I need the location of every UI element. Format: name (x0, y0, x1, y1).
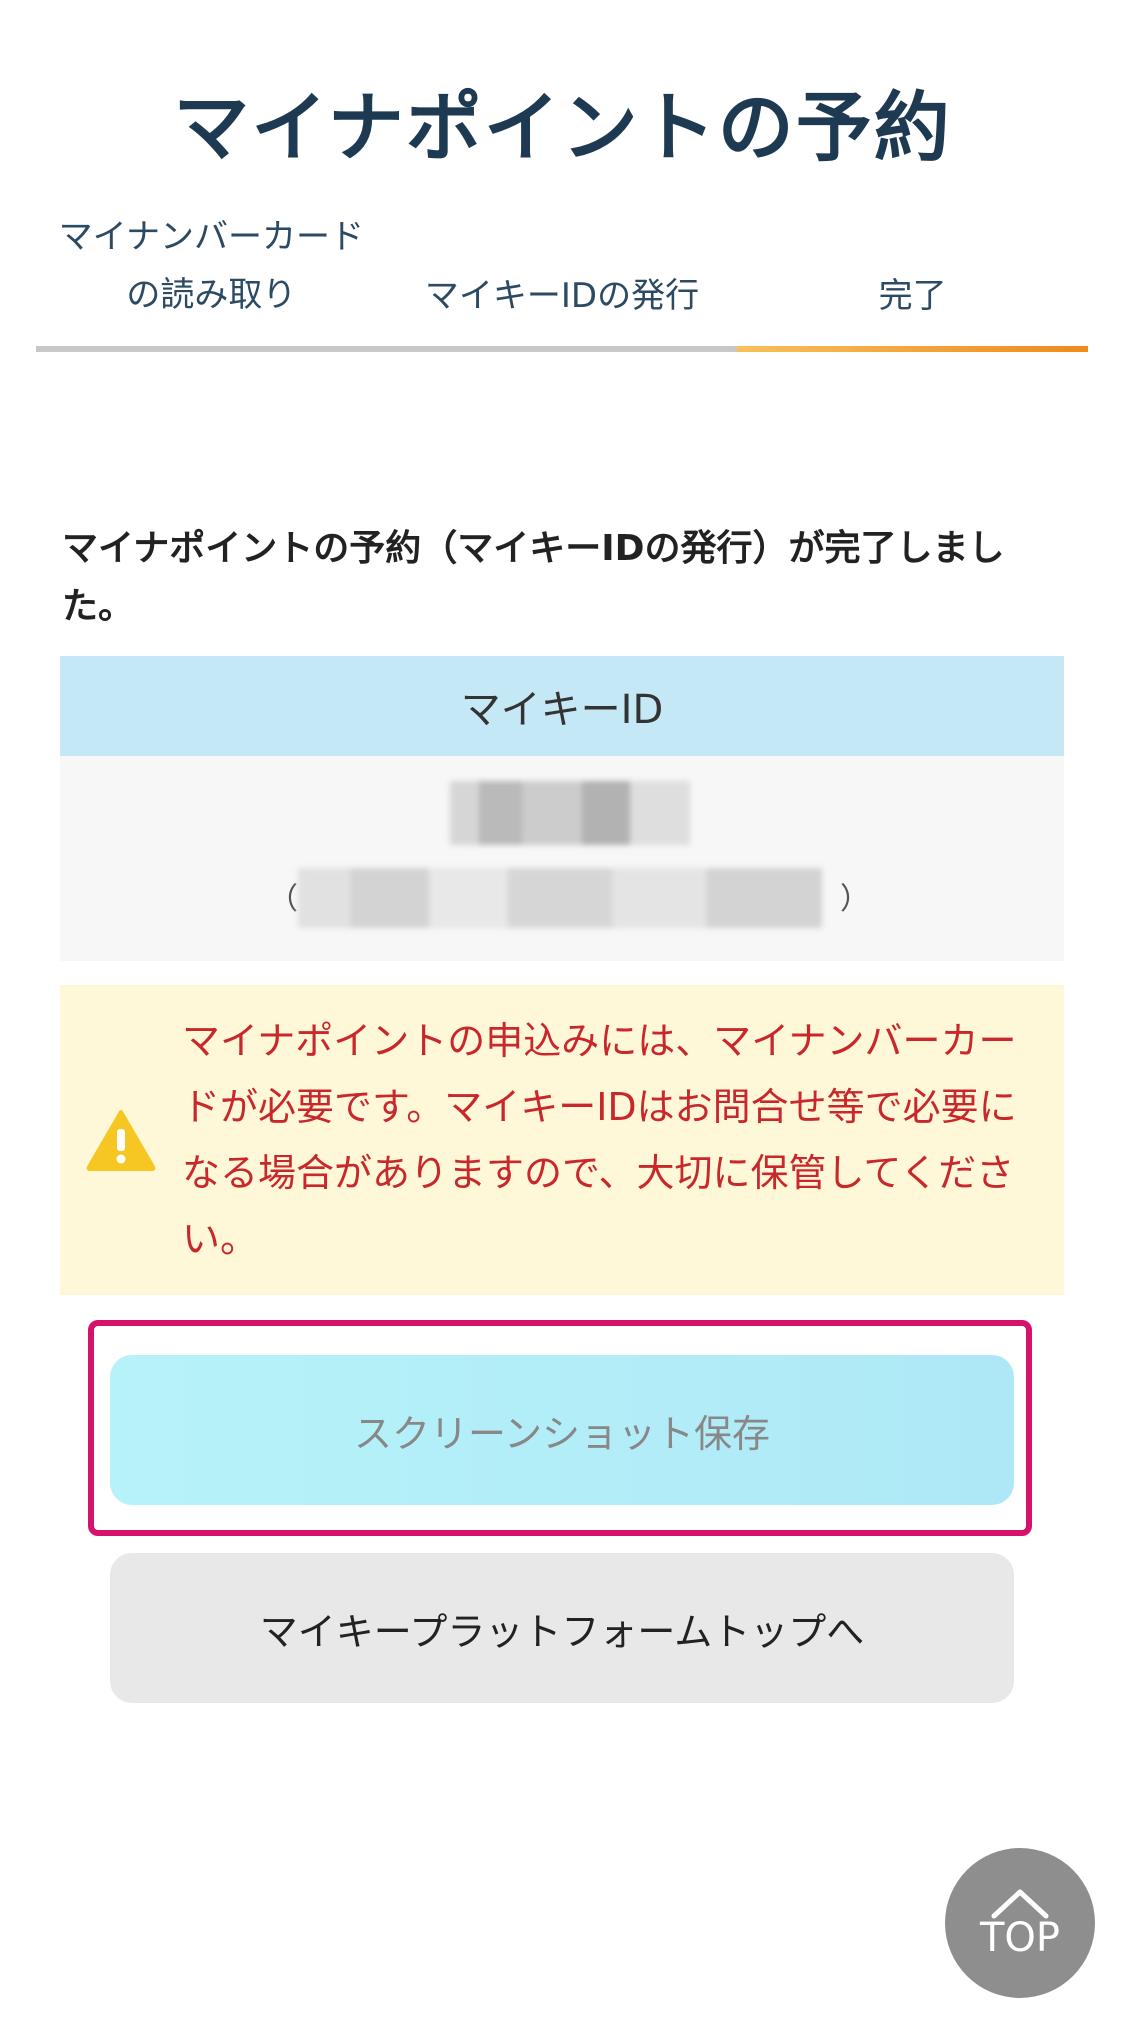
step-mykey-issue: マイキーIDの発行 (386, 212, 738, 352)
step-bar-active (737, 346, 1089, 352)
notice-box: マイナポイントの申込みには、マイナンバーカードが必要です。マイキーIDはお問合せ… (60, 985, 1064, 1295)
page-title: マイナポイントの予約 (173, 83, 952, 172)
progress-steps: マイナンバーカード の読み取り マイキーIDの発行 完了 (36, 212, 1089, 352)
scroll-to-top-button[interactable]: TOP (945, 1848, 1095, 1998)
step-label: 完了 (878, 276, 947, 316)
mykey-id-body: （ ） (60, 756, 1064, 961)
mykey-id-header: マイキーID (60, 656, 1064, 756)
warning-icon (66, 1109, 176, 1171)
paren-close: ） (840, 882, 870, 917)
mykey-id-box: マイキーID （ ） (60, 656, 1064, 961)
step-complete: 完了 (737, 212, 1089, 352)
save-screenshot-button[interactable]: スクリーンショット保存 (110, 1355, 1014, 1505)
step-bar (36, 346, 387, 352)
step-label: マイキーIDの発行 (424, 276, 700, 316)
step-label: マイナンバーカード の読み取り (58, 217, 364, 315)
step-bar (386, 346, 738, 352)
redacted-mykey-id (450, 781, 690, 845)
redacted-mykey-id-detail (298, 868, 822, 928)
paren-open: （ (268, 882, 298, 917)
top-label: TOP (979, 1915, 1061, 1961)
completion-message: マイナポイントの予約（マイキーIDの発行）が完了しました。 (62, 528, 1005, 627)
platform-top-button[interactable]: マイキープラットフォームトップへ (110, 1553, 1014, 1703)
notice-text: マイナポイントの申込みには、マイナンバーカードが必要です。マイキーIDはお問合せ… (182, 1019, 1017, 1261)
step-card-reading: マイナンバーカード の読み取り (36, 212, 387, 352)
